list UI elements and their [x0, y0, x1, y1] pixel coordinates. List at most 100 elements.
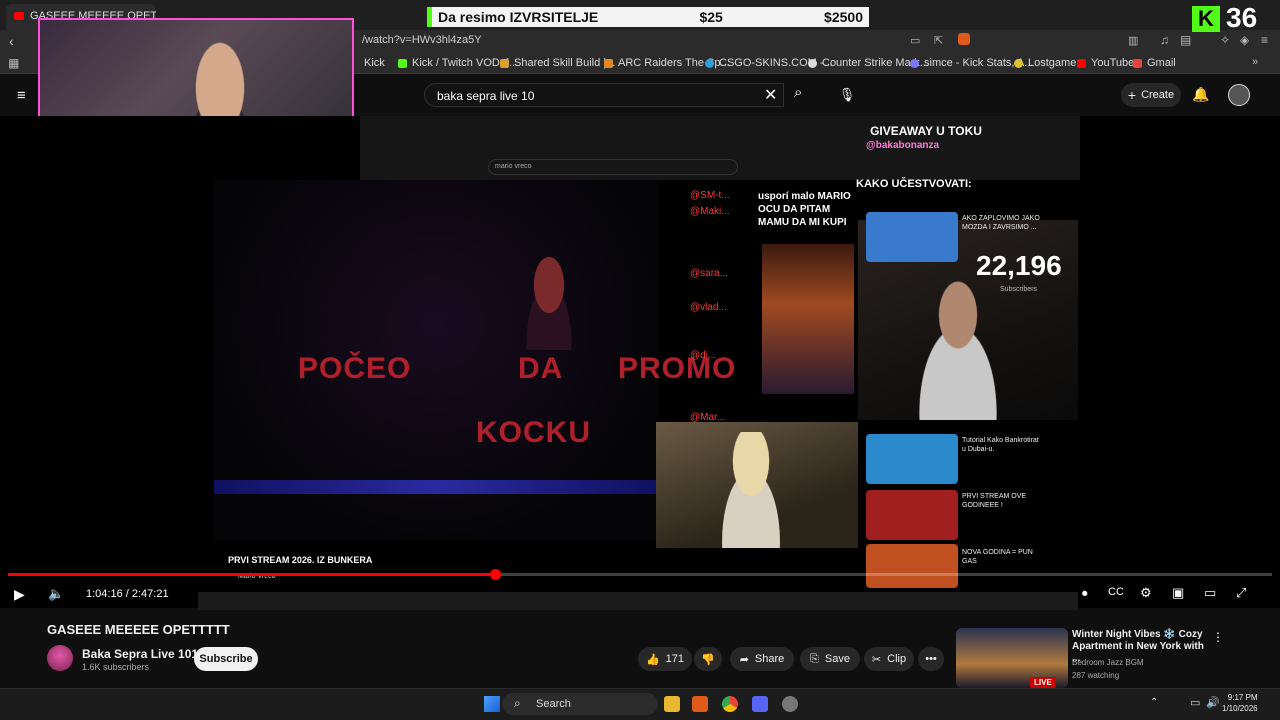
file-explorer-icon[interactable]: [664, 696, 680, 712]
vpn-shield-icon[interactable]: ◈: [1240, 33, 1249, 47]
chat-user: @sara...: [690, 268, 728, 279]
brave-shield-icon[interactable]: [958, 33, 970, 45]
share-arrow-icon: ➦: [739, 653, 749, 666]
bookmark-favicon-icon: [1014, 58, 1023, 68]
plus-icon: +: [1127, 87, 1137, 103]
inner-stream-title: PRVI STREAM 2026. IZ BUNKERA: [228, 555, 373, 565]
create-button[interactable]: + Create: [1121, 83, 1181, 107]
back-arrow-icon[interactable]: ‹: [9, 33, 14, 49]
subscriber-count: 22,196: [976, 250, 1062, 281]
speaker-icon[interactable]: 🔊: [1206, 696, 1220, 709]
taskbar-search-icon: ⌕: [514, 696, 521, 710]
more-dots-icon: •••: [925, 653, 937, 665]
play-icon[interactable]: ▶: [14, 586, 25, 603]
windows-start-icon[interactable]: [484, 696, 500, 712]
sidebar-toggle-icon[interactable]: ▥: [1128, 34, 1138, 47]
fullscreen-icon[interactable]: ⤢: [1236, 585, 1246, 601]
subtitles-icon[interactable]: CC: [1108, 586, 1124, 598]
goal-target: $2500: [824, 9, 863, 25]
settings-gear-icon[interactable]: ⚙: [1140, 585, 1152, 601]
volume-icon[interactable]: 🔈: [48, 586, 64, 602]
donation-goal-bar: Da resimo IZVRSITELJE $25 $2500: [427, 7, 869, 27]
third-webcam: [656, 422, 858, 548]
microphone-icon[interactable]: 🎙: [836, 84, 858, 106]
bookmark-youtube[interactable]: YouTube: [1077, 57, 1134, 69]
bookmark-favicon-icon: [910, 58, 919, 68]
theater-mode-icon[interactable]: ▭: [1204, 585, 1216, 601]
url-field[interactable]: /watch?v=HWv3hl4za5Y: [362, 34, 482, 46]
clip-button[interactable]: ✂ Clip: [864, 647, 914, 671]
inner-search-box: mario vreco: [488, 159, 738, 175]
like-button[interactable]: 👍 171: [638, 647, 692, 671]
save-button[interactable]: ⎘ Save: [800, 647, 860, 671]
big-text-pocep: POČEO: [298, 352, 412, 385]
bookmark-kick[interactable]: Kick: [364, 57, 385, 69]
bookmark-icon: ⎘: [810, 652, 819, 665]
avatar[interactable]: [1228, 84, 1250, 106]
thumbs-up-icon: 👍: [645, 653, 660, 666]
hamburger-menu-icon[interactable]: ≡: [17, 87, 26, 104]
more-bookmarks-icon[interactable]: »: [1252, 56, 1258, 68]
taskbar-search[interactable]: Search: [502, 693, 658, 715]
extensions-icon[interactable]: ✧: [1220, 33, 1230, 47]
channel-avatar[interactable]: [47, 645, 73, 671]
miniplayer-icon[interactable]: ▣: [1172, 585, 1184, 601]
network-icon[interactable]: ▭: [1190, 696, 1200, 709]
chrome-icon[interactable]: [722, 696, 738, 712]
recommended-channel: Bedroom Jazz BGM: [1072, 658, 1144, 667]
music-icon[interactable]: ♫: [1160, 33, 1169, 47]
thumbs-down-icon: 👎: [701, 653, 715, 666]
progress-scrubber[interactable]: [489, 569, 501, 580]
share-button[interactable]: ➦ Share: [730, 647, 794, 671]
bookmark-gmail[interactable]: Gmail: [1133, 57, 1176, 69]
bookmark-shared-skill[interactable]: Shared Skill Build |...: [500, 57, 615, 69]
taskbar-clock[interactable]: 9:17 PM 1/10/2026: [1222, 692, 1258, 714]
reading-list-icon[interactable]: ▤: [1180, 33, 1191, 47]
cast-icon[interactable]: ▭: [910, 34, 920, 47]
second-streamer-figure: [898, 280, 1018, 420]
live-badge: LIVE: [1030, 677, 1056, 688]
inner-video-frame: POČEO DA PROMO KOCKU: [214, 180, 735, 540]
blue-light-strip: [214, 480, 658, 494]
discord-icon[interactable]: [752, 696, 768, 712]
subscriber-label: Subscribers: [1000, 286, 1037, 293]
giveaway-handle: @bakabonanza: [866, 140, 940, 151]
recommended-menu-icon[interactable]: ⋮: [1212, 630, 1224, 644]
apps-grid-icon[interactable]: ▦: [8, 56, 19, 70]
channel-subscribers: 1.6K subscribers: [82, 662, 150, 672]
autoplay-toggle-icon[interactable]: ⏺: [1082, 588, 1088, 601]
search-input[interactable]: baka sepra live 10: [424, 83, 784, 107]
goal-text: Da resimo IZVRSITELJE: [438, 9, 599, 25]
third-streamer-figure: [706, 432, 796, 548]
more-actions-button[interactable]: •••: [918, 647, 944, 671]
brave-browser-icon[interactable]: [692, 696, 708, 712]
dislike-button[interactable]: 👎: [694, 647, 722, 671]
side-video-title: Tutorial Kako Bankrotirat u Dubai-u.: [962, 437, 1039, 453]
side-video-thumbnail: [866, 490, 958, 540]
search-icon[interactable]: ⌕: [794, 84, 802, 101]
time-display: 1:04:16 / 2:47:21: [86, 588, 169, 600]
menu-icon[interactable]: ≡: [1261, 33, 1268, 47]
goal-current: $25: [699, 9, 723, 25]
subscribe-button[interactable]: Subscribe: [194, 647, 258, 671]
pinned-chat-message: usporí malo MARIO OCU DA PITAM MAMU DA M…: [758, 191, 851, 228]
clear-search-icon[interactable]: ✕: [764, 85, 777, 105]
share-page-icon[interactable]: ⇱: [934, 34, 943, 47]
notifications-bell-icon[interactable]: 🔔: [1192, 86, 1209, 103]
bookmark-favicon-icon: [808, 58, 817, 68]
clock-date: 1/10/2026: [1222, 704, 1258, 713]
chat-user: @di...: [690, 350, 717, 361]
bookmark-lostgamer[interactable]: Lostgamer: [1014, 57, 1080, 69]
side-video-title: AKO ZAPLOVIMO JAKO MOZDA I ZAVRSIMO ...: [962, 215, 1040, 231]
tray-chevron-icon[interactable]: ⌃: [1150, 697, 1158, 708]
steam-icon[interactable]: [782, 696, 798, 712]
chat-user: @SM-t...: [690, 190, 730, 201]
channel-name[interactable]: Baka Sepra Live 101: [82, 647, 198, 661]
side-video-thumbnail: [866, 544, 958, 588]
bookmark-favicon-icon: [705, 58, 714, 68]
kako-title: KAKO UČESTVOVATI:: [856, 178, 972, 190]
recommended-views: 287 watching: [1072, 671, 1120, 680]
big-text-da: DA: [518, 352, 564, 385]
kick-logo-icon: K: [1192, 6, 1220, 32]
side-video-title: NOVA GODINA = PUN GAS: [962, 549, 1033, 565]
